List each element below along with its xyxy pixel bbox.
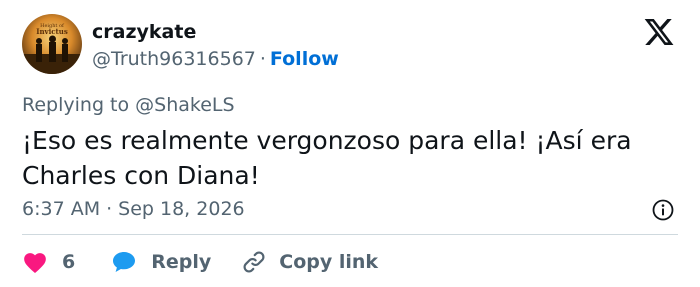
heart-icon	[22, 249, 48, 275]
timestamp[interactable]: 6:37 AM · Sep 18, 2026	[22, 197, 245, 221]
info-icon[interactable]	[651, 198, 675, 222]
avatar[interactable]: Height of Invictus	[22, 14, 82, 74]
copy-link-button[interactable]: Copy link	[241, 249, 378, 275]
reply-bubble-icon	[111, 249, 137, 275]
display-name[interactable]: crazykate	[92, 20, 196, 44]
like-button[interactable]: 6	[22, 249, 75, 275]
copy-link-label: Copy link	[279, 251, 379, 273]
avatar-image: Height of Invictus	[22, 14, 82, 74]
handle-separator: ·	[259, 48, 266, 70]
avatar-lettering: Height of Invictus	[36, 23, 68, 36]
timestamp-separator: ·	[106, 198, 113, 220]
like-count: 6	[62, 251, 76, 273]
reply-button[interactable]: Reply	[111, 249, 211, 275]
reply-label: Reply	[151, 251, 212, 273]
svg-text:Invictus: Invictus	[36, 27, 68, 36]
follow-button[interactable]: Follow	[270, 48, 339, 70]
tweet-card: Height of Invictus crazykate @Truth96316…	[0, 0, 700, 287]
tweet-time: 6:37 AM	[22, 198, 101, 220]
action-bar: 6 Reply Copy link	[22, 247, 378, 277]
tweet-date: Sep 18, 2026	[118, 198, 245, 220]
replying-to: Replying to @ShakeLS	[22, 94, 235, 116]
handle-row: @Truth96316567 · Follow	[92, 47, 339, 71]
link-icon	[241, 249, 267, 275]
x-logo-icon[interactable]	[642, 16, 676, 48]
tweet-text: ¡Eso es realmente vergonzoso para ella! …	[22, 126, 632, 190]
divider	[22, 234, 678, 235]
user-handle[interactable]: @Truth96316567	[92, 48, 256, 70]
